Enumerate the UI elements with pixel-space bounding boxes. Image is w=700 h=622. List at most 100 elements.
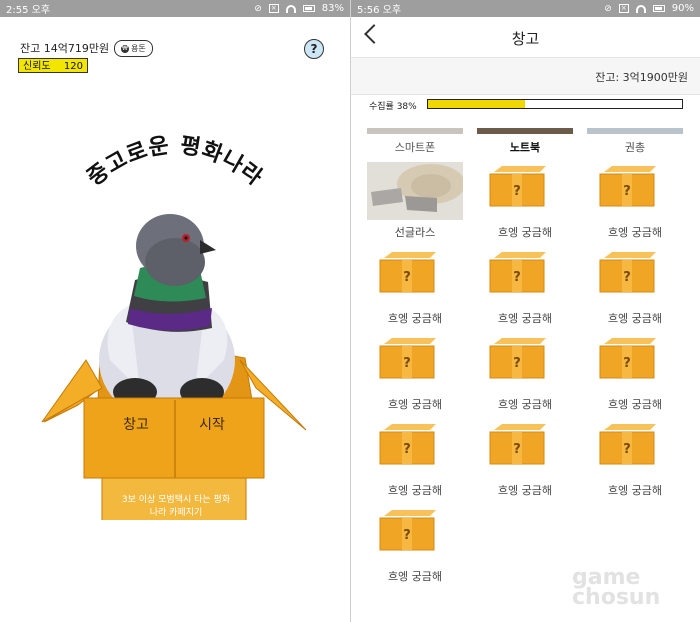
top-app-bar: 창고 (351, 17, 700, 58)
mystery-mark: ? (513, 356, 521, 371)
mystery-mark: ? (513, 184, 521, 199)
notification-icon: × (618, 4, 629, 13)
item-label: 흐엥 궁금해 (607, 312, 663, 325)
game-title: 중고로운 평화나라 (83, 133, 267, 191)
mystery-mark: ? (513, 270, 521, 285)
trust-value: 120 (63, 61, 83, 72)
watermark: game chosun (572, 567, 661, 610)
status-time: 5:56 오후 (357, 5, 402, 16)
collection-rate-label: 수집률 38% (369, 102, 417, 112)
mystery-mark: ? (403, 528, 411, 543)
mystery-item[interactable]: ? 흐엥 궁금해 (580, 248, 690, 334)
item-label: 흐엥 궁금해 (607, 226, 663, 239)
coin-icon: ₩ (121, 44, 129, 53)
item-label: 흐엥 궁금해 (387, 570, 443, 583)
box-description-line2: 나라 카페지기 (149, 508, 203, 518)
mystery-item[interactable]: ? 흐엥 궁금해 (580, 162, 690, 248)
balance-text: 잔고: 3억1900만원 (595, 71, 688, 84)
page-title: 창고 (511, 30, 540, 48)
mystery-item[interactable]: ? 흐엥 궁금해 (580, 334, 690, 420)
mystery-mark: ? (513, 442, 521, 457)
mystery-mark: ? (403, 270, 411, 285)
balance-text: 잔고 14억719만원 (20, 42, 110, 55)
collection-progress-bar (427, 99, 683, 109)
laptop-thumbnail (477, 128, 573, 134)
mystery-mark: ? (623, 356, 631, 371)
smartphone-thumbnail (367, 128, 463, 134)
wifi-icon (635, 4, 646, 13)
mystery-item[interactable]: ? 흐엥 궁금해 (360, 248, 470, 334)
mystery-item[interactable]: ? 흐엥 궁금해 (470, 162, 580, 248)
mystery-item[interactable]: ? 흐엥 궁금해 (470, 248, 580, 334)
sunglasses-photo (367, 162, 463, 220)
mystery-mark: ? (623, 442, 631, 457)
game-title-text: 중고로운 평화나라 (83, 133, 266, 191)
mystery-box-icon: ? (599, 424, 656, 465)
mystery-item[interactable]: ? 흐엥 궁금해 (360, 334, 470, 420)
notification-icon: × (268, 4, 279, 13)
mystery-item[interactable]: ? 흐엥 궁금해 (470, 420, 580, 506)
box-description-line1: 3보 이상 모범택시 타는 평화 (121, 495, 231, 505)
status-icons: ⊘ × 90% (604, 3, 694, 14)
warehouse-button[interactable]: 창고 (108, 413, 164, 437)
mute-icon: ⊘ (254, 3, 262, 14)
svg-text:중고로운 평화나라: 중고로운 평화나라 (83, 133, 267, 191)
item-label: 흐엥 궁금해 (387, 398, 443, 411)
box-description: 3보 이상 모범택시 타는 평화 나라 카페지기 (106, 494, 246, 520)
mystery-item[interactable]: ? 흐엥 궁금해 (360, 420, 470, 506)
collection-progress-fill (428, 100, 525, 108)
mystery-mark: ? (623, 270, 631, 285)
item-label: 흐엥 궁금해 (497, 398, 553, 411)
item-label: 흐엥 궁금해 (607, 484, 663, 497)
mystery-box-icon: ? (379, 338, 436, 379)
help-button[interactable]: ? (304, 39, 324, 59)
mystery-item[interactable]: ? 흐엥 궁금해 (580, 420, 690, 506)
mystery-box-icon: ? (489, 424, 546, 465)
mystery-box-icon: ? (599, 166, 656, 207)
trust-label: 신뢰도 (23, 61, 51, 72)
wifi-icon (285, 4, 296, 13)
watermark-line2: chosun (572, 585, 661, 610)
battery-percent: 83% (321, 3, 344, 14)
mystery-mark: ? (403, 356, 411, 371)
category-label-smartphone[interactable]: 스마트폰 (360, 139, 470, 155)
item-label: 흐엥 궁금해 (497, 484, 553, 497)
battery-icon (652, 5, 665, 12)
item-label: 흐엥 궁금해 (497, 226, 553, 239)
pistol-thumbnail (587, 128, 683, 134)
mystery-box-icon: ? (379, 424, 436, 465)
sunglasses-item[interactable]: 선글라스 (360, 162, 470, 248)
item-label: 흐엥 궁금해 (497, 312, 553, 325)
pigeon-in-box-illustration (41, 214, 307, 520)
battery-percent: 90% (671, 3, 694, 14)
start-button[interactable]: 시작 (184, 413, 240, 437)
right-screen: 5:56 오후 ⊘ × 90% 창고 잔고: 3억1900만원 수집률 38% … (351, 0, 700, 622)
battery-icon (302, 5, 315, 12)
mystery-mark: ? (403, 442, 411, 457)
mystery-box-icon: ? (379, 510, 436, 551)
status-bar: 5:56 오후 ⊘ × 90% (351, 0, 700, 17)
mystery-box-icon: ? (489, 338, 546, 379)
item-label: 흐엥 궁금해 (387, 312, 443, 325)
mystery-item[interactable]: ? 흐엥 궁금해 (470, 334, 580, 420)
allowance-button[interactable]: ₩ 용돈 (114, 40, 153, 57)
category-label-pistol[interactable]: 권총 (580, 139, 690, 155)
mystery-mark: ? (623, 184, 631, 199)
status-time: 2:55 오후 (6, 5, 51, 16)
balance-bar: 잔고: 3억1900만원 (351, 58, 700, 95)
status-icons: ⊘ × 83% (254, 3, 344, 14)
mystery-box-icon: ? (489, 252, 546, 293)
mystery-box-icon: ? (599, 252, 656, 293)
mystery-box-icon: ? (599, 338, 656, 379)
mute-icon: ⊘ (604, 3, 612, 14)
mystery-item[interactable]: ? 흐엥 궁금해 (360, 506, 470, 592)
category-label-laptop[interactable]: 노트북 (470, 139, 580, 155)
mystery-box-icon: ? (489, 166, 546, 207)
item-label: 흐엥 궁금해 (387, 484, 443, 497)
allowance-label: 용돈 (131, 44, 146, 53)
item-label: 선글라스 (394, 226, 436, 239)
left-screen: 2:55 오후 ⊘ × 83% 잔고 14억719만원 ₩ 용돈 신뢰도 120 … (0, 0, 350, 622)
mystery-box-icon: ? (379, 252, 436, 293)
trust-badge: 신뢰도 120 (18, 58, 88, 73)
status-bar: 2:55 오후 ⊘ × 83% (0, 0, 350, 17)
